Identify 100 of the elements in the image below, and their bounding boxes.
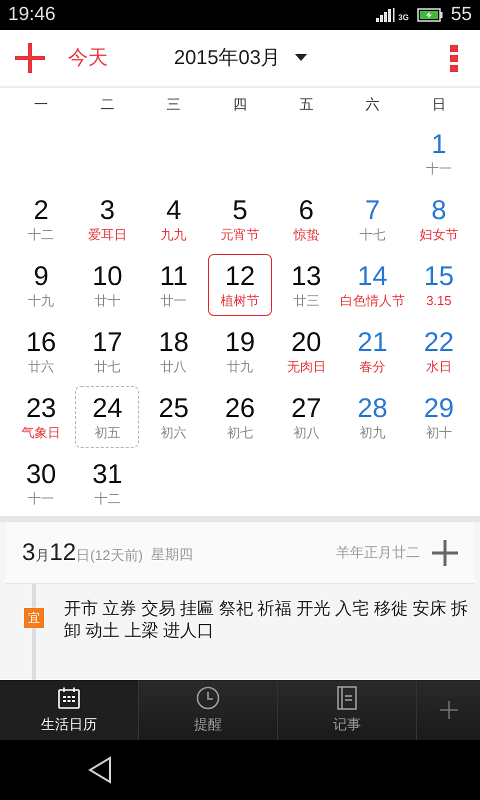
day-number: 31 — [92, 458, 122, 490]
day-number: 3 — [100, 194, 115, 226]
lunar-label: 廿九 — [226, 358, 253, 376]
calendar-day[interactable]: 5 元宵节 — [208, 188, 272, 250]
calendar-day[interactable]: 7 十七 — [340, 188, 405, 250]
lunar-label: 十二 — [94, 490, 120, 508]
calendar-day[interactable]: 29 初十 — [406, 386, 471, 448]
day-number: 2 — [34, 194, 49, 226]
calendar-day[interactable]: 30 十一 — [9, 452, 74, 514]
calendar-icon — [57, 686, 81, 710]
lunar-label: 水日 — [426, 358, 452, 376]
calendar-day[interactable]: 11 廿一 — [142, 254, 206, 316]
weekday-label: 五 — [298, 94, 314, 114]
day-number: 28 — [358, 392, 388, 424]
calendar-day[interactable]: 17 廿七 — [75, 320, 140, 382]
calendar-day[interactable]: 15 3.15 — [406, 254, 471, 316]
calendar-day[interactable]: 16 廿六 — [9, 320, 74, 382]
lunar-label: 初六 — [160, 424, 187, 442]
day-number: 29 — [424, 392, 454, 424]
day-number: 19 — [224, 326, 255, 358]
day-number: 11 — [160, 260, 188, 292]
day-number: 5 — [232, 194, 248, 226]
today-button[interactable]: 今天 — [68, 43, 108, 73]
day-number: 22 — [424, 326, 454, 358]
detail-date: 3月 12 日(12天前) — [22, 538, 143, 568]
add-event-icon[interactable] — [432, 540, 458, 566]
weekday-label: 日 — [430, 94, 447, 114]
day-number: 17 — [92, 326, 122, 358]
lunar-label: 廿一 — [160, 292, 187, 310]
back-icon[interactable] — [88, 756, 112, 784]
calendar-day[interactable]: 31 十二 — [75, 452, 140, 514]
add-icon[interactable] — [14, 42, 46, 74]
weekday-label: 一 — [33, 94, 50, 114]
calendar-day[interactable]: 2 十二 — [9, 188, 74, 250]
calendar-day[interactable]: 23 气象日 — [9, 386, 74, 448]
lunar-label: 九九 — [160, 226, 187, 244]
weekday-label: 二 — [99, 94, 116, 114]
lunar-label: 十七 — [360, 226, 386, 244]
day-number: 30 — [26, 458, 56, 490]
calendar-day[interactable]: 8 妇女节 — [406, 188, 471, 250]
day-number: 4 — [166, 194, 182, 226]
network-label: 3G — [398, 12, 409, 24]
day-number: 10 — [92, 260, 122, 292]
calendar-day[interactable]: 25 初六 — [142, 386, 206, 448]
day-number: 15 — [424, 260, 454, 292]
day-number: 14 — [358, 260, 388, 292]
day-number: 18 — [158, 326, 189, 358]
lunar-label: 十二 — [28, 226, 54, 244]
calendar-day[interactable]: 20 无肉日 — [274, 320, 338, 382]
lunar-label: 廿七 — [94, 358, 120, 376]
day-number: 25 — [158, 392, 189, 424]
month-selector[interactable]: 2015年03月 — [174, 43, 307, 73]
lunar-label: 春分 — [360, 358, 386, 376]
almanac-badge: 宜 — [24, 608, 44, 628]
weekday-label: 三 — [166, 94, 182, 114]
almanac-text: 开市 立券 交易 挂匾 祭祀 祈福 开光 入宅 移徙 安床 拆卸 动土 上梁 进人口 — [64, 598, 470, 642]
calendar-day[interactable]: 26 初七 — [208, 386, 272, 448]
day-number: 26 — [224, 392, 255, 424]
calendar-day[interactable]: 13 廿三 — [274, 254, 338, 316]
calendar-day[interactable]: 21 春分 — [340, 320, 405, 382]
lunar-label: 气象日 — [22, 424, 61, 442]
clock-icon — [196, 686, 220, 710]
calendar-day[interactable]: 6 惊蛰 — [274, 188, 338, 250]
battery-level: 55 — [450, 2, 472, 27]
day-number: 7 — [365, 194, 380, 226]
detail-weekday: 星期四 — [150, 545, 193, 564]
lunar-label: 无肉日 — [286, 358, 326, 376]
lunar-label: 初七 — [226, 424, 253, 442]
lunar-label: 植树节 — [220, 292, 260, 310]
calendar-day[interactable]: 18 廿八 — [142, 320, 206, 382]
calendar-day[interactable]: 27 初八 — [274, 386, 338, 448]
lunar-label: 惊蛰 — [293, 226, 320, 244]
calendar-day[interactable]: 1 十一 — [406, 122, 471, 184]
day-number: 20 — [291, 326, 322, 358]
more-menu-icon[interactable] — [450, 44, 458, 72]
calendar-day[interactable]: 14 白色情人节 — [340, 254, 405, 316]
caret-icon — [294, 54, 307, 62]
calendar-day[interactable]: 24 初五 — [75, 386, 140, 448]
day-number: 9 — [34, 260, 49, 292]
calendar-day[interactable]: 9 十九 — [9, 254, 74, 316]
lunar-label: 廿十 — [94, 292, 120, 310]
bottom-tab[interactable]: 生活日历 — [0, 680, 139, 740]
lunar-label: 初五 — [94, 424, 120, 442]
calendar-day[interactable]: 3 爱耳日 — [75, 188, 140, 250]
day-number: 13 — [291, 260, 322, 292]
calendar-day[interactable]: 22 水日 — [406, 320, 471, 382]
lunar-label: 廿六 — [28, 358, 54, 376]
calendar-day[interactable]: 12 植树节 — [208, 254, 272, 316]
lunar-label: 妇女节 — [419, 226, 458, 244]
weekday-label: 六 — [364, 94, 381, 114]
weekday-label: 四 — [232, 94, 248, 114]
lunar-label: 元宵节 — [220, 226, 260, 244]
day-number: 16 — [26, 326, 56, 358]
calendar-day[interactable]: 10 廿十 — [75, 254, 140, 316]
calendar-day[interactable]: 28 初九 — [340, 386, 405, 448]
calendar-day[interactable]: 4 九九 — [142, 188, 206, 250]
calendar-day[interactable]: 19 廿九 — [208, 320, 272, 382]
lunar-label: 初九 — [360, 424, 386, 442]
lunar-label: 3.15 — [426, 292, 452, 310]
day-number: 1 — [431, 128, 446, 160]
